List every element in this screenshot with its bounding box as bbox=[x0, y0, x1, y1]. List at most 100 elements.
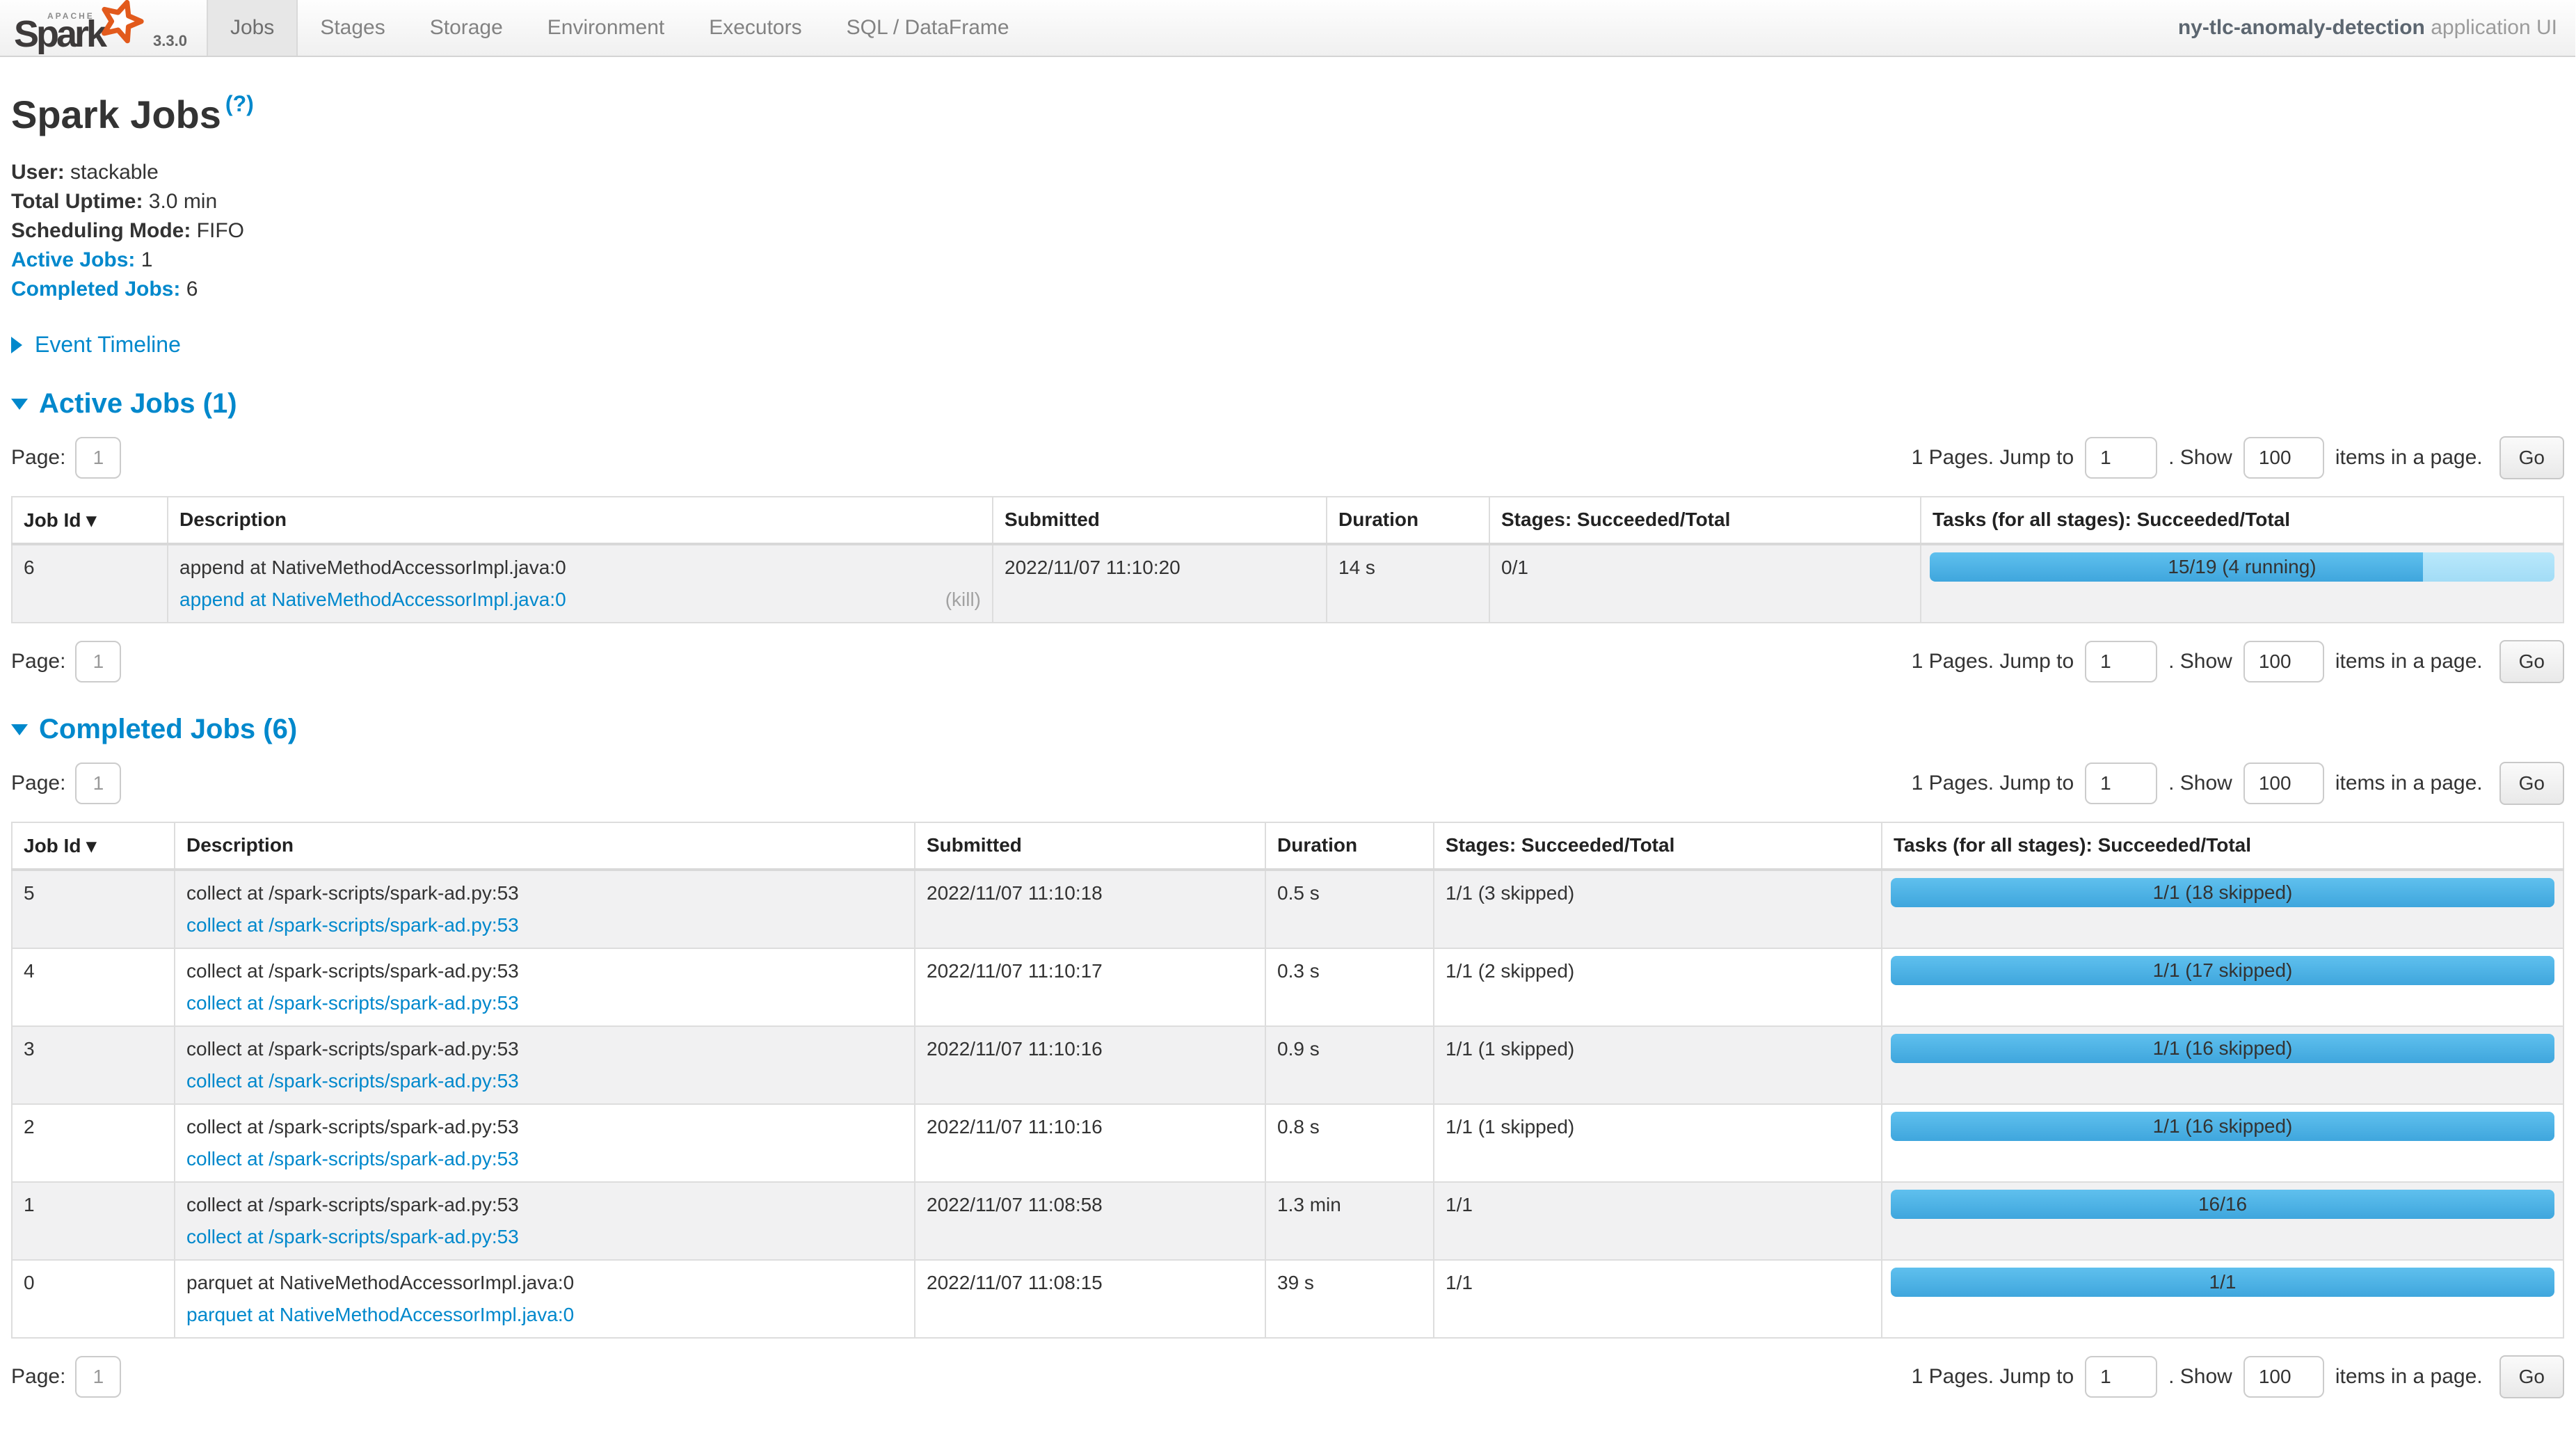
go-button[interactable]: Go bbox=[2499, 640, 2564, 683]
collapsed-arrow-icon bbox=[11, 337, 22, 353]
job-detail-link[interactable]: collect at /spark-scripts/spark-ad.py:53 bbox=[186, 992, 519, 1014]
duration-cell: 0.9 s bbox=[1265, 1026, 1434, 1104]
go-button[interactable]: Go bbox=[2499, 762, 2564, 805]
tasks-progress-cell: 1/1 bbox=[1882, 1260, 2563, 1338]
scheduling-mode-info: Scheduling Mode: FIFO bbox=[11, 216, 2564, 246]
col-job-id[interactable]: Job Id ▾ bbox=[12, 822, 175, 870]
col-duration[interactable]: Duration bbox=[1327, 497, 1489, 544]
job-id-cell: 6 bbox=[12, 544, 168, 623]
col-stages[interactable]: Stages: Succeeded/Total bbox=[1434, 822, 1882, 870]
stages-cell: 1/1 (1 skipped) bbox=[1434, 1026, 1882, 1104]
pages-jump-text: 1 Pages. Jump to bbox=[1912, 446, 2074, 470]
job-id-cell: 2 bbox=[12, 1104, 175, 1182]
kill-link[interactable]: (kill) bbox=[945, 589, 981, 611]
items-per-page-input[interactable] bbox=[2243, 1356, 2324, 1398]
tasks-progress-cell: 1/1 (18 skipped) bbox=[1882, 870, 2563, 948]
task-progress-bar: 1/1 bbox=[1891, 1268, 2554, 1297]
tab-jobs[interactable]: Jobs bbox=[207, 0, 298, 56]
tab-stages[interactable]: Stages bbox=[298, 0, 407, 56]
page-number-input[interactable] bbox=[75, 1356, 121, 1398]
stages-cell: 1/1 (3 skipped) bbox=[1434, 870, 1882, 948]
pages-jump-text: 1 Pages. Jump to bbox=[1912, 1365, 2074, 1389]
table-header-row: Job Id ▾ Description Submitted Duration … bbox=[12, 497, 2563, 544]
application-name-bold: ny-tlc-anomaly-detection bbox=[2178, 16, 2425, 39]
job-detail-link[interactable]: collect at /spark-scripts/spark-ad.py:53 bbox=[186, 1148, 519, 1170]
description-cell: parquet at NativeMethodAccessorImpl.java… bbox=[175, 1260, 915, 1338]
col-description[interactable]: Description bbox=[175, 822, 915, 870]
duration-cell: 39 s bbox=[1265, 1260, 1434, 1338]
stages-cell: 1/1 (1 skipped) bbox=[1434, 1104, 1882, 1182]
jump-to-input[interactable] bbox=[2085, 763, 2157, 804]
job-summary-info: User: stackable Total Uptime: 3.0 min Sc… bbox=[11, 158, 2564, 304]
user-info: User: stackable bbox=[11, 158, 2564, 187]
pagination-row: Page: 1 Pages. Jump to . Show items in a… bbox=[11, 640, 2564, 683]
completed-jobs-heading[interactable]: Completed Jobs (6) bbox=[11, 714, 2564, 745]
job-detail-link[interactable]: collect at /spark-scripts/spark-ad.py:53 bbox=[186, 1070, 519, 1092]
items-per-page-input[interactable] bbox=[2243, 763, 2324, 804]
tab-environment[interactable]: Environment bbox=[525, 0, 687, 56]
spark-logo[interactable]: APACHE Spark 3.3.0 bbox=[0, 0, 207, 56]
col-job-id[interactable]: Job Id ▾ bbox=[12, 497, 168, 544]
go-button[interactable]: Go bbox=[2499, 1355, 2564, 1398]
page-number-input[interactable] bbox=[75, 437, 121, 479]
completed-jobs-info: Completed Jobs: 6 bbox=[11, 275, 2564, 304]
jump-to-input[interactable] bbox=[2085, 641, 2157, 682]
page-number-input[interactable] bbox=[75, 641, 121, 682]
stages-cell: 1/1 (2 skipped) bbox=[1434, 948, 1882, 1026]
col-submitted[interactable]: Submitted bbox=[993, 497, 1327, 544]
items-per-page-input[interactable] bbox=[2243, 437, 2324, 479]
show-text: . Show bbox=[2168, 772, 2232, 795]
col-stages[interactable]: Stages: Succeeded/Total bbox=[1489, 497, 1921, 544]
completed-jobs-link[interactable]: Completed Jobs: bbox=[11, 278, 180, 301]
tab-executors[interactable]: Executors bbox=[687, 0, 824, 56]
tasks-progress-cell: 1/1 (16 skipped) bbox=[1882, 1026, 2563, 1104]
page-number-input[interactable] bbox=[75, 763, 121, 804]
jump-to-input[interactable] bbox=[2085, 437, 2157, 479]
job-id-cell: 3 bbox=[12, 1026, 175, 1104]
tasks-progress-cell: 15/19 (4 running) bbox=[1921, 544, 2563, 623]
active-jobs-heading[interactable]: Active Jobs (1) bbox=[11, 388, 2564, 420]
duration-cell: 1.3 min bbox=[1265, 1182, 1434, 1260]
tasks-progress-cell: 1/1 (16 skipped) bbox=[1882, 1104, 2563, 1182]
page-label: Page: bbox=[11, 446, 65, 470]
uptime-info: Total Uptime: 3.0 min bbox=[11, 187, 2564, 216]
col-tasks[interactable]: Tasks (for all stages): Succeeded/Total bbox=[1882, 822, 2563, 870]
pages-jump-text: 1 Pages. Jump to bbox=[1912, 650, 2074, 673]
col-submitted[interactable]: Submitted bbox=[915, 822, 1265, 870]
job-detail-link[interactable]: append at NativeMethodAccessorImpl.java:… bbox=[179, 589, 566, 611]
job-id-cell: 0 bbox=[12, 1260, 175, 1338]
job-detail-link[interactable]: collect at /spark-scripts/spark-ad.py:53 bbox=[186, 914, 519, 936]
items-per-page-input[interactable] bbox=[2243, 641, 2324, 682]
expanded-arrow-icon bbox=[11, 399, 28, 410]
tab-storage[interactable]: Storage bbox=[408, 0, 525, 56]
submitted-cell: 2022/11/07 11:10:18 bbox=[915, 870, 1265, 948]
tab-sql-dataframe[interactable]: SQL / DataFrame bbox=[824, 0, 1032, 56]
spark-star-icon bbox=[97, 0, 145, 50]
nav-tabs: Jobs Stages Storage Environment Executor… bbox=[207, 0, 1032, 56]
show-text: . Show bbox=[2168, 1365, 2232, 1389]
job-detail-link[interactable]: parquet at NativeMethodAccessorImpl.java… bbox=[186, 1304, 574, 1326]
job-detail-link[interactable]: collect at /spark-scripts/spark-ad.py:53 bbox=[186, 1226, 519, 1248]
col-description[interactable]: Description bbox=[168, 497, 993, 544]
description-cell: collect at /spark-scripts/spark-ad.py:53… bbox=[175, 1104, 915, 1182]
col-tasks[interactable]: Tasks (for all stages): Succeeded/Total bbox=[1921, 497, 2563, 544]
help-link[interactable]: (?) bbox=[225, 91, 254, 116]
task-progress-bar: 1/1 (16 skipped) bbox=[1891, 1034, 2554, 1063]
items-text: items in a page. bbox=[2335, 446, 2483, 470]
spark-logo-graphic: APACHE Spark bbox=[14, 1, 122, 51]
active-jobs-link[interactable]: Active Jobs: bbox=[11, 248, 135, 271]
page-content: Spark Jobs(?) User: stackable Total Upti… bbox=[0, 92, 2575, 1429]
event-timeline-toggle[interactable]: Event Timeline bbox=[11, 332, 2564, 358]
go-button[interactable]: Go bbox=[2499, 436, 2564, 479]
stages-cell: 1/1 bbox=[1434, 1260, 1882, 1338]
jump-to-input[interactable] bbox=[2085, 1356, 2157, 1398]
col-duration[interactable]: Duration bbox=[1265, 822, 1434, 870]
pagination-row: Page: 1 Pages. Jump to . Show items in a… bbox=[11, 762, 2564, 805]
pages-jump-text: 1 Pages. Jump to bbox=[1912, 772, 2074, 795]
items-text: items in a page. bbox=[2335, 1365, 2483, 1389]
description-cell: collect at /spark-scripts/spark-ad.py:53… bbox=[175, 1182, 915, 1260]
duration-cell: 0.3 s bbox=[1265, 948, 1434, 1026]
task-progress-bar: 1/1 (18 skipped) bbox=[1891, 878, 2554, 907]
submitted-cell: 2022/11/07 11:08:15 bbox=[915, 1260, 1265, 1338]
show-text: . Show bbox=[2168, 650, 2232, 673]
